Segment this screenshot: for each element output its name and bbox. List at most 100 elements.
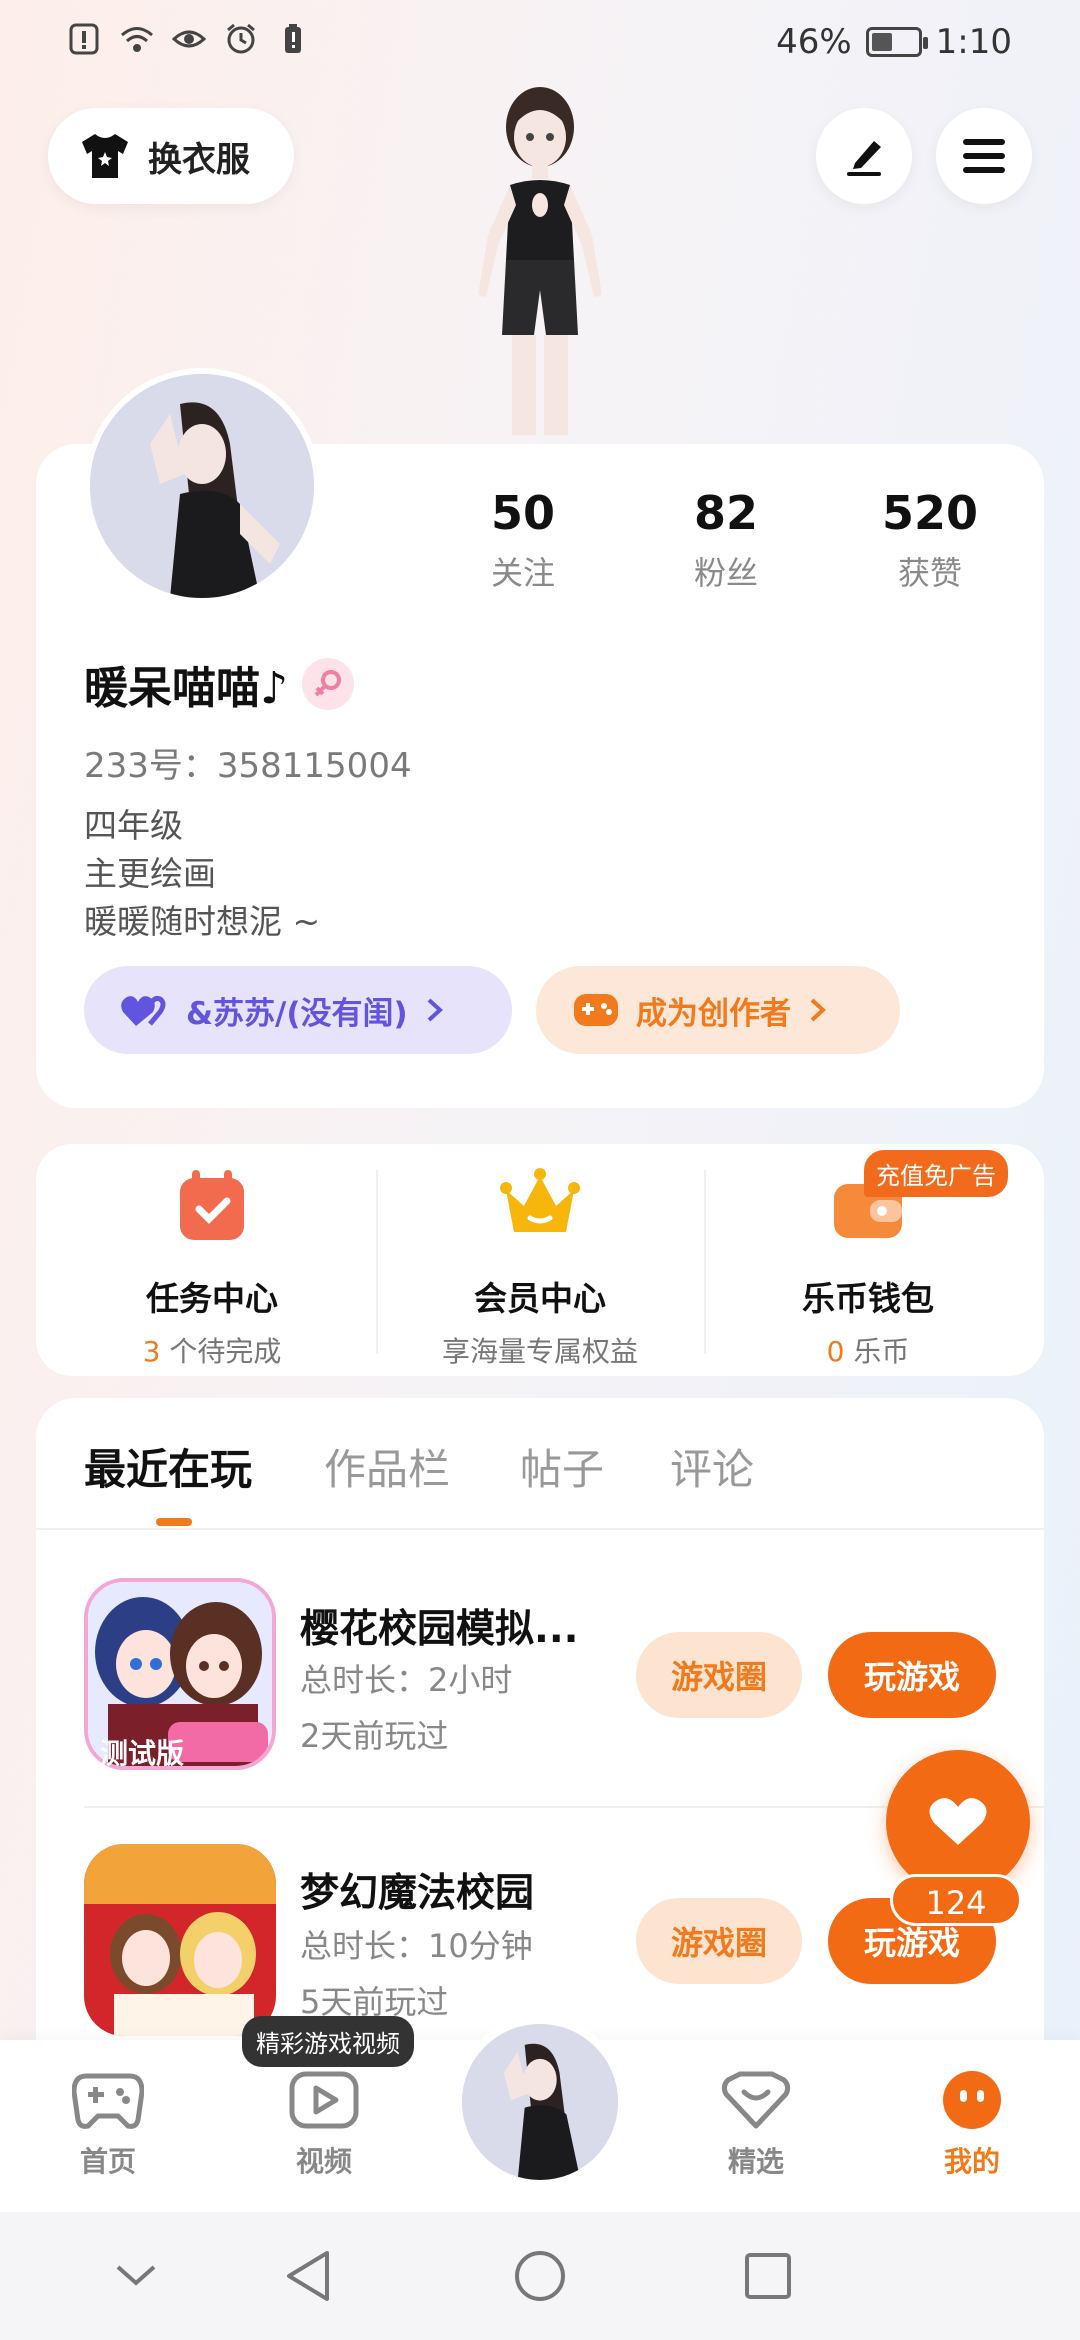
task-center-title: 任务中心	[146, 1279, 278, 1318]
game-circle-button[interactable]: 游戏圈	[636, 1632, 802, 1718]
become-creator-label: 成为创作者	[636, 995, 791, 1032]
pending-task-suffix: 个待完成	[160, 1335, 282, 1368]
battery-alert-icon	[285, 24, 301, 53]
nav-home[interactable]: 首页	[38, 2070, 178, 2180]
recharge-no-ads-badge: 充值免广告	[864, 1150, 1008, 1197]
nav-label: 视频	[295, 2145, 352, 2178]
tab-divider	[36, 1528, 1044, 1530]
best-friend-button[interactable]: &苏苏/(没有闺)	[84, 966, 512, 1054]
battery-percent: 46%	[776, 22, 852, 62]
nickname: 暖呆喵喵♪	[84, 663, 289, 714]
clock: 1:10	[935, 22, 1012, 62]
avatar-figure[interactable]	[420, 85, 660, 445]
smiley-face-icon	[943, 2071, 1001, 2129]
avatar-image	[90, 374, 314, 598]
vip-center-title: 会员中心	[474, 1279, 606, 1318]
gamepad-icon	[71, 2073, 145, 2129]
likes-stat[interactable]: 520 获赞	[850, 486, 1010, 594]
nav-label: 首页	[79, 2145, 136, 2178]
alert-icon	[69, 23, 99, 55]
status-right: 46% 1:10	[776, 22, 1012, 62]
crown-icon	[500, 1168, 580, 1232]
nav-label: 精选	[727, 2145, 784, 2178]
heart-icon	[929, 1798, 987, 1845]
vip-center-subtitle: 享海量专属权益	[441, 1335, 638, 1368]
menu-icon	[963, 139, 1005, 173]
pending-task-count: 3	[142, 1335, 161, 1368]
nav-video[interactable]: 视频	[254, 2070, 394, 2180]
followers-label: 粉丝	[693, 554, 758, 592]
status-icons	[68, 22, 310, 56]
tab-posts[interactable]: 帖子	[520, 1436, 604, 1497]
alarm-icon	[227, 23, 255, 54]
collapse-nav-button[interactable]	[104, 2244, 168, 2308]
followers-stat[interactable]: 82 粉丝	[646, 486, 806, 594]
likes-count: 520	[881, 486, 979, 540]
change-outfit-label: 换衣服	[148, 139, 250, 180]
play-duration: 总时长：10分钟	[300, 1927, 533, 1965]
following-stat[interactable]: 50 关注	[443, 486, 603, 594]
game-title[interactable]: 梦幻魔法校园	[300, 1862, 534, 1918]
tab-works[interactable]: 作品栏	[324, 1436, 450, 1497]
nickname-row: 暖呆喵喵♪	[84, 652, 355, 716]
nav-featured[interactable]: 精选	[686, 2070, 826, 2180]
calendar-check-icon	[180, 1170, 244, 1240]
back-button[interactable]	[276, 2244, 340, 2308]
chevron-right-icon	[810, 998, 826, 1022]
following-count: 50	[490, 486, 555, 540]
like-fab[interactable]	[886, 1750, 1030, 1894]
video-play-icon	[289, 2071, 359, 2129]
double-heart-icon	[121, 995, 166, 1026]
nav-label: 我的	[943, 2145, 1000, 2178]
pen-icon	[847, 141, 881, 176]
vip-center[interactable]: 会员中心 享海量专属权益	[378, 1166, 702, 1368]
tab-comments[interactable]: 评论	[670, 1436, 754, 1497]
profile-avatar[interactable]	[84, 368, 320, 604]
heart-box-icon	[721, 2071, 791, 2129]
wallet-subtitle: 0 乐币	[706, 1330, 1030, 1370]
user-id: 233号：358115004	[84, 746, 412, 786]
recents-square-icon	[745, 2253, 791, 2299]
menu-button[interactable]	[936, 108, 1032, 204]
likes-label: 获赞	[897, 554, 962, 592]
game-meta: 总时长：2小时 2天前玩过	[300, 1652, 512, 1764]
avatar-image	[462, 2024, 618, 2180]
wifi-icon	[121, 27, 153, 52]
bio: 四年级 主更绘画 暖暖随时想泥 ~	[84, 802, 320, 946]
like-count: 124	[890, 1874, 1022, 1926]
home-button[interactable]	[508, 2244, 572, 2308]
status-bar: 46% 1:10	[0, 0, 1080, 90]
game-title[interactable]: 樱花校园模拟...	[300, 1598, 578, 1654]
home-circle-icon	[515, 2251, 565, 2301]
video-tooltip: 精彩游戏视频	[242, 2016, 414, 2067]
change-outfit-button[interactable]: 换衣服	[48, 108, 294, 204]
followers-count: 82	[693, 486, 758, 540]
back-triangle-icon	[287, 2251, 329, 2301]
play-duration: 总时长：2小时	[300, 1661, 513, 1699]
play-game-button[interactable]: 玩游戏	[828, 1632, 996, 1718]
chevron-down-icon	[116, 2265, 156, 2286]
game-meta: 总时长：10分钟 5天前玩过	[300, 1918, 533, 2030]
become-creator-button[interactable]: 成为创作者	[536, 966, 900, 1054]
best-friend-label: &苏苏/(没有闺)	[186, 995, 408, 1032]
task-center-subtitle: 3 个待完成	[50, 1330, 374, 1370]
following-label: 关注	[490, 554, 555, 592]
bio-line: 主更绘画	[84, 854, 216, 893]
nav-avatar-button[interactable]	[454, 2016, 626, 2188]
wallet-title: 乐币钱包	[802, 1279, 934, 1318]
female-icon	[302, 658, 355, 710]
tab-recent[interactable]: 最近在玩	[84, 1436, 252, 1497]
tab-indicator	[156, 1518, 192, 1526]
game-icon-magic[interactable]	[84, 1844, 276, 2036]
game-circle-button[interactable]: 游戏圈	[636, 1898, 802, 1984]
edit-button[interactable]	[816, 108, 912, 204]
chevron-right-icon	[427, 998, 443, 1022]
test-version-badge: 测试版	[100, 1737, 185, 1770]
tshirt-icon	[82, 134, 128, 178]
recents-button[interactable]	[736, 2244, 800, 2308]
coin-suffix: 乐币	[844, 1335, 910, 1368]
bio-line: 暖暖随时想泥 ~	[84, 902, 321, 941]
nav-me[interactable]: 我的	[902, 2070, 1042, 2180]
task-center[interactable]: 任务中心 3 个待完成	[50, 1166, 374, 1368]
bio-line: 四年级	[84, 806, 183, 845]
